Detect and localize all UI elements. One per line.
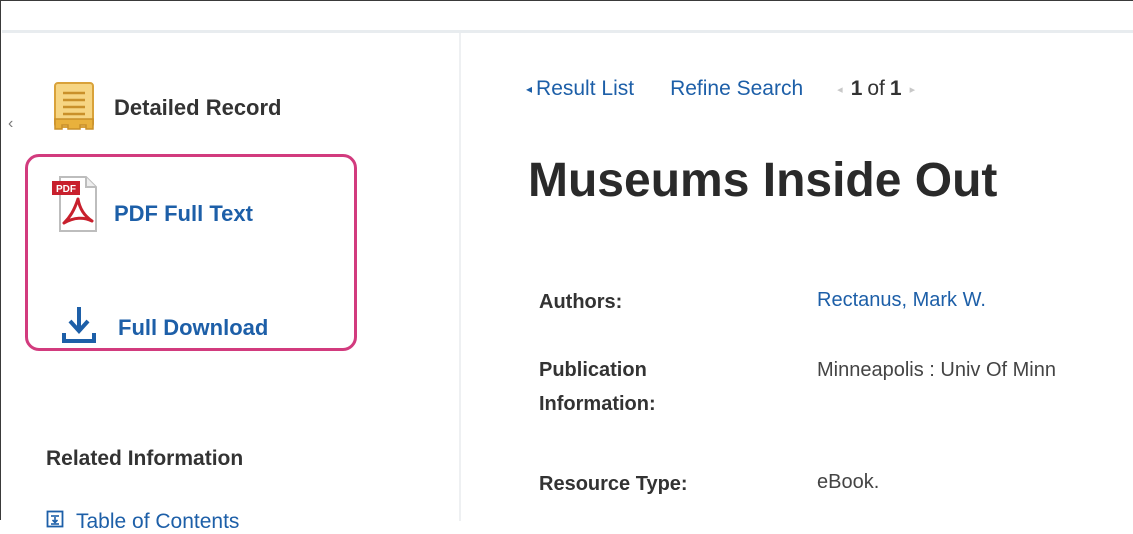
- authors-value-link[interactable]: Rectanus, Mark W.: [817, 283, 986, 317]
- authors-label: Authors:: [539, 291, 623, 313]
- previous-result-icon[interactable]: ◂: [837, 83, 843, 96]
- back-caret-icon: ◂: [526, 82, 533, 96]
- record-title: Museums Inside Out: [528, 154, 998, 207]
- next-result-icon[interactable]: ▸: [910, 83, 916, 96]
- table-of-contents-link[interactable]: Table of Contents: [46, 510, 239, 534]
- table-of-contents-icon: [46, 510, 64, 534]
- pdf-full-text-label: PDF Full Text: [114, 200, 253, 226]
- total-results-number: 1: [889, 77, 902, 100]
- current-result-number: 1: [850, 77, 863, 100]
- sidebar: ‹ Detailed Record PDF PDF Full Text Full…: [2, 33, 461, 533]
- pdf-full-text-link[interactable]: PDF PDF Full Text: [52, 173, 253, 240]
- detailed-record-icon: [52, 79, 98, 136]
- pdf-badge-text: PDF: [56, 184, 76, 195]
- pager: ◂ 1 of 1 ▸: [837, 77, 915, 101]
- table-of-contents-label: Table of Contents: [76, 510, 240, 533]
- related-information-heading: Related Information: [46, 447, 244, 470]
- pdf-file-icon: PDF: [52, 173, 100, 240]
- publication-information-label: Publication Information:: [539, 359, 656, 415]
- full-download-label: Full Download: [118, 314, 269, 340]
- result-list-link[interactable]: Result List: [536, 77, 634, 101]
- top-toolbar-strip: [2, 2, 1133, 33]
- window-frame: ‹ Detailed Record PDF PDF Full Text Full…: [0, 0, 1133, 533]
- pager-of-label: of: [867, 77, 885, 100]
- full-download-link[interactable]: Full Download: [62, 305, 268, 350]
- resource-type-label: Resource Type:: [539, 473, 688, 495]
- record-detail-panel: ◂ Result List Refine Search ◂ 1 of 1 ▸ M…: [461, 33, 1133, 521]
- download-icon: [62, 305, 96, 350]
- publication-information-value: Minneapolis : Univ Of Minn: [817, 359, 1056, 381]
- result-navigation-bar: ◂ Result List Refine Search ◂ 1 of 1 ▸: [526, 77, 915, 101]
- detailed-record-item[interactable]: Detailed Record: [52, 79, 282, 136]
- detailed-record-label: Detailed Record: [114, 94, 282, 120]
- collapse-sidebar-icon[interactable]: ‹: [8, 115, 13, 133]
- resource-type-value: eBook.: [817, 471, 880, 493]
- refine-search-link[interactable]: Refine Search: [670, 77, 803, 101]
